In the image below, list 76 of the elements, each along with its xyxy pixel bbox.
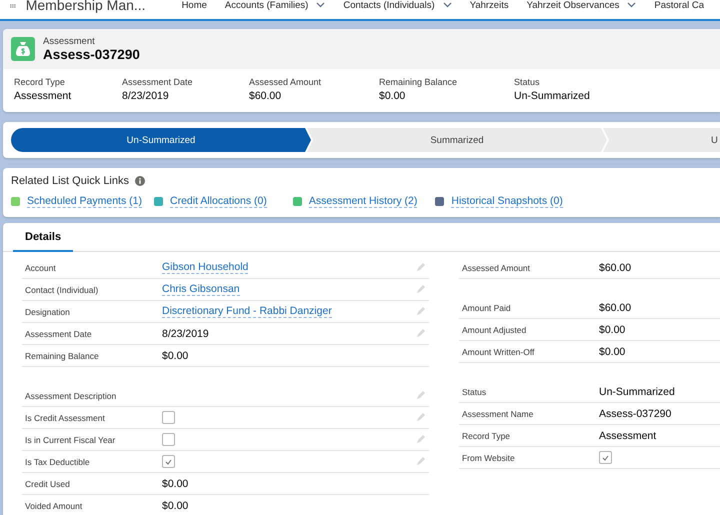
field-label: Assessment Date xyxy=(122,77,194,87)
object-label: Assessment xyxy=(43,36,96,47)
pencil-icon[interactable] xyxy=(416,457,425,466)
field-label: Assessment Description xyxy=(24,390,118,400)
field-value: $60.00 xyxy=(249,90,282,102)
field-label: Is Tax Deductible xyxy=(24,456,91,466)
nav-tab[interactable]: Yahrzeit Observances xyxy=(524,0,638,11)
field-label: Amount Adjusted xyxy=(460,324,528,334)
field-value: $0.00 xyxy=(162,350,188,362)
nav-tab[interactable]: Contacts (Individuals) xyxy=(341,0,454,11)
pencil-icon[interactable] xyxy=(416,263,425,272)
field-label: Remaining Balance xyxy=(379,77,458,87)
checkmark-icon xyxy=(602,454,609,460)
field-value: $60.00 xyxy=(598,262,632,274)
field-label: Record Type xyxy=(14,77,66,87)
field-label: Remaining Balance xyxy=(24,350,100,360)
field-value: Assess-037290 xyxy=(598,408,672,420)
quick-link[interactable]: Assessment History (2) xyxy=(308,195,418,208)
field-label: Voided Amount xyxy=(24,500,84,510)
field-label: Amount Written-Off xyxy=(460,346,536,356)
field-value: $0.00 xyxy=(379,90,406,102)
pencil-icon[interactable] xyxy=(416,435,425,444)
field-label: Is Credit Assessment xyxy=(24,412,106,422)
nav-tab[interactable]: Pastoral Ca xyxy=(652,0,706,11)
chevron-down-icon xyxy=(316,2,326,8)
field-label: Amount Paid xyxy=(460,302,512,312)
quick-link[interactable]: Credit Allocations (0) xyxy=(170,195,267,208)
field-value: $0.00 xyxy=(598,346,626,358)
path-stage[interactable]: U xyxy=(603,128,720,152)
field-label: Assessed Amount xyxy=(460,262,532,272)
money-bag-icon xyxy=(11,37,35,61)
field-value: $0.00 xyxy=(598,324,626,336)
field-link[interactable]: Chris Gibsonsan xyxy=(162,283,240,296)
info-icon[interactable] xyxy=(135,176,145,186)
field-label: Status xyxy=(514,77,541,87)
field-link[interactable]: Gibson Household xyxy=(162,261,248,274)
field-label: Contact (Individual) xyxy=(24,284,100,294)
field-value: 8/23/2019 xyxy=(122,90,170,102)
field-label: Status xyxy=(460,386,488,396)
field-link[interactable]: Discretionary Fund - Rabbi Danziger xyxy=(162,305,332,318)
pencil-icon[interactable] xyxy=(416,391,425,400)
field-value: Un-Summarized xyxy=(598,386,675,398)
field-label: From Website xyxy=(460,452,516,462)
nav-tab[interactable]: Yahrzeits xyxy=(468,0,511,11)
pencil-icon[interactable] xyxy=(416,307,425,316)
section-title: Related List Quick Links xyxy=(11,175,129,187)
field-label: Assessment Name xyxy=(460,408,534,418)
field-value: $0.00 xyxy=(162,478,188,490)
path-stage[interactable]: Summarized xyxy=(307,128,607,152)
field-label: Is in Current Fiscal Year xyxy=(24,434,116,444)
pencil-icon[interactable] xyxy=(416,413,425,422)
pencil-icon[interactable] xyxy=(416,329,425,338)
field-label: Assessment Date xyxy=(24,328,93,338)
quick-link[interactable]: Scheduled Payments (1) xyxy=(27,195,142,208)
tab[interactable]: Details xyxy=(13,223,74,252)
chevron-down-icon xyxy=(442,2,452,8)
nav-tab[interactable]: Home xyxy=(180,0,209,11)
nav-tab[interactable]: Accounts (Families) xyxy=(222,0,328,11)
field-label: Assessed Amount xyxy=(249,77,322,87)
record-title: Assess-037290 xyxy=(43,47,140,62)
field-label: Record Type xyxy=(460,430,512,440)
path-stage[interactable]: Un-Summarized xyxy=(11,128,311,152)
field-label: Account xyxy=(24,262,57,272)
pencil-icon[interactable] xyxy=(416,285,425,294)
field-value: $60.00 xyxy=(598,302,632,314)
field-label: Designation xyxy=(24,306,71,316)
chevron-down-icon xyxy=(627,2,636,8)
checkmark-icon xyxy=(165,458,172,464)
quick-link[interactable]: Historical Snapshots (0) xyxy=(451,195,563,208)
field-value: Assessment xyxy=(598,430,656,442)
field-value: $0.00 xyxy=(162,500,188,512)
field-value: Assessment xyxy=(14,90,72,102)
field-value: Un-Summarized xyxy=(514,90,591,102)
field-label: Credit Used xyxy=(24,478,71,488)
field-value: 8/23/2019 xyxy=(162,328,209,340)
app-name: Membership Man... xyxy=(26,0,146,11)
